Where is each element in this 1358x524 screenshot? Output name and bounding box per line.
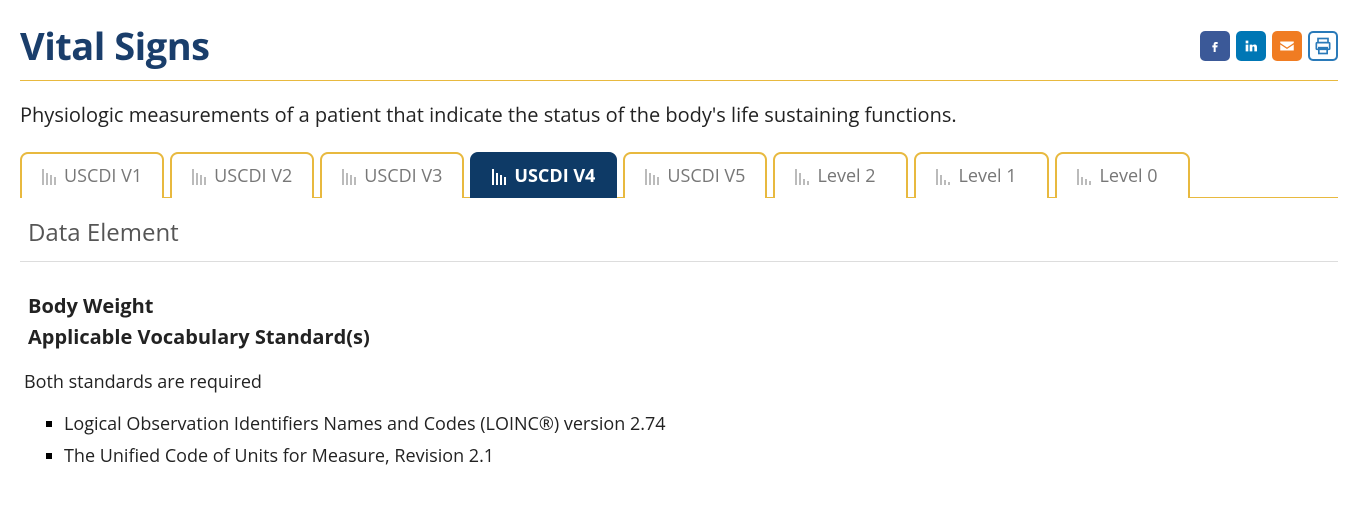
- email-icon[interactable]: [1272, 31, 1302, 61]
- section-header: Data Element: [20, 216, 1338, 249]
- tab-label: USCDI V4: [514, 164, 595, 188]
- tab-level-0[interactable]: Level 0: [1055, 152, 1190, 198]
- bars-icon: [645, 167, 659, 185]
- tab-uscdi-v4[interactable]: USCDI V4: [470, 152, 617, 198]
- tab-label: USCDI V1: [64, 164, 142, 188]
- tab-uscdi-v5[interactable]: USCDI V5: [623, 152, 767, 198]
- bars-icon: [42, 167, 56, 185]
- tab-uscdi-v3[interactable]: USCDI V3: [320, 152, 464, 198]
- bars-icon: [192, 167, 206, 185]
- tab-label: USCDI V5: [667, 164, 745, 188]
- list-item: The Unified Code of Units for Measure, R…: [46, 440, 1338, 472]
- bars-icon: [492, 167, 506, 185]
- vocab-title: Applicable Vocabulary Standard(s): [20, 323, 1338, 350]
- facebook-icon[interactable]: [1200, 31, 1230, 61]
- bars-icon: [936, 167, 950, 185]
- page-description: Physiologic measurements of a patient th…: [20, 101, 1338, 128]
- standards-list: Logical Observation Identifiers Names an…: [20, 408, 1338, 472]
- page-title: Vital Signs: [20, 20, 210, 72]
- tab-label: Level 0: [1099, 164, 1157, 188]
- tabs-container: USCDI V1 USCDI V2 USCDI V3 USCDI V4 USCDI V5…: [20, 152, 1338, 198]
- bars-icon: [795, 167, 809, 185]
- title-divider: [20, 80, 1338, 81]
- requirement-text: Both standards are required: [20, 370, 1338, 394]
- tab-uscdi-v2[interactable]: USCDI V2: [170, 152, 314, 198]
- element-title: Body Weight: [20, 292, 1338, 319]
- linkedin-icon[interactable]: [1236, 31, 1266, 61]
- tab-label: USCDI V3: [364, 164, 442, 188]
- bars-icon: [342, 167, 356, 185]
- tab-uscdi-v1[interactable]: USCDI V1: [20, 152, 164, 198]
- tab-label: Level 2: [817, 164, 875, 188]
- bars-icon: [1077, 167, 1091, 185]
- tab-level-2[interactable]: Level 2: [773, 152, 908, 198]
- tab-label: Level 1: [958, 164, 1016, 188]
- social-icons: [1200, 31, 1338, 61]
- section-divider: [20, 261, 1338, 262]
- tab-label: USCDI V2: [214, 164, 292, 188]
- tab-level-1[interactable]: Level 1: [914, 152, 1049, 198]
- list-item: Logical Observation Identifiers Names an…: [46, 408, 1338, 440]
- print-icon[interactable]: [1308, 31, 1338, 61]
